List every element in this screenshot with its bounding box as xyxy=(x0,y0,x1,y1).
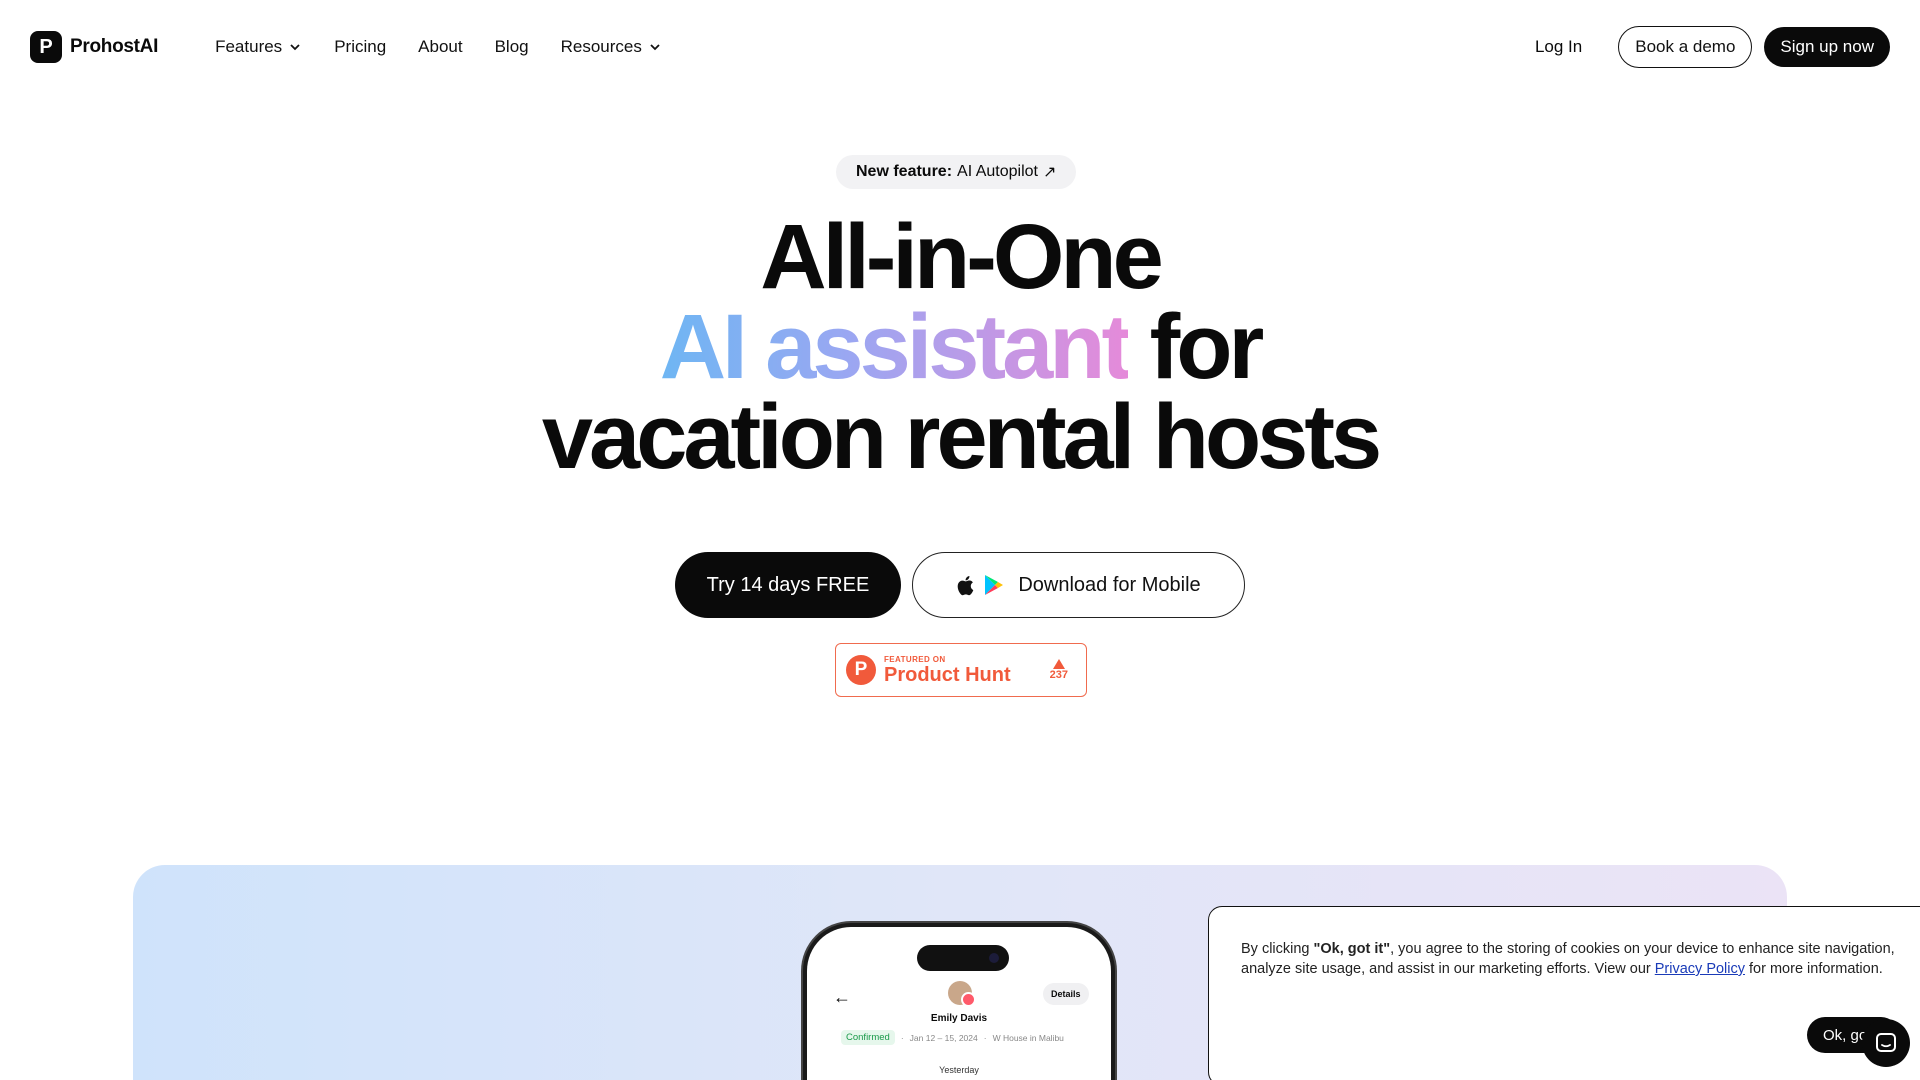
reservation-meta: Confirmed · Jan 12 – 15, 2024 · W House … xyxy=(841,1030,1064,1045)
chevron-down-icon xyxy=(650,44,660,51)
menu-item-about[interactable]: About xyxy=(418,37,462,57)
logo-mark: P xyxy=(30,31,62,63)
headline-line-1: All-in-One xyxy=(760,206,1164,308)
menu-item-label: Blog xyxy=(494,37,529,56)
menu-item-label: Pricing xyxy=(334,37,387,56)
cookie-text: By clicking "Ok, got it", you agree to t… xyxy=(1241,939,1901,979)
signup-button[interactable]: Sign up now xyxy=(1764,27,1890,67)
guest-name: Emily Davis xyxy=(930,1013,988,1024)
reservation-dates: Jan 12 – 15, 2024 xyxy=(909,1032,978,1043)
book-demo-button[interactable]: Book a demo xyxy=(1618,26,1753,68)
apple-icon xyxy=(958,575,974,595)
product-hunt-badge[interactable]: P FEATURED ON Product Hunt 237 xyxy=(835,643,1087,697)
arrow-up-right-icon: ↗ xyxy=(1042,164,1057,181)
menu-item-resources[interactable]: Resources xyxy=(561,37,662,57)
headline-gradient-text: AI assistant xyxy=(659,296,1132,398)
phone-mockup: ← Details Emily Davis Confirmed · Jan 12… xyxy=(803,923,1115,1080)
cta-row: Try 14 days FREE Download for Mobile xyxy=(675,552,1245,618)
product-hunt-name: Product Hunt xyxy=(884,663,1011,686)
chevron-down-icon xyxy=(290,44,300,51)
product-hunt-text: FEATURED ON Product Hunt xyxy=(884,655,1011,686)
back-arrow-icon: ← xyxy=(833,987,851,1007)
login-link[interactable]: Log In xyxy=(1511,37,1606,57)
product-hunt-votes: 237 xyxy=(1050,659,1068,681)
download-mobile-button[interactable]: Download for Mobile xyxy=(912,552,1245,618)
cookie-text-pre: By clicking xyxy=(1241,941,1314,957)
cookie-text-bold: "Ok, got it" xyxy=(1313,941,1391,957)
day-divider: Yesterday xyxy=(939,1065,979,1075)
google-play-icon xyxy=(985,575,1004,595)
privacy-policy-link[interactable]: Privacy Policy xyxy=(1655,961,1745,977)
status-badge: Confirmed xyxy=(841,1030,895,1045)
pill-text: AI Autopilot xyxy=(957,163,1038,180)
meta-separator: · xyxy=(900,1032,904,1043)
pill-label: New feature: xyxy=(856,163,953,180)
meta-separator: · xyxy=(983,1032,987,1043)
main-menu: Features Pricing About Blog Resources xyxy=(215,37,662,57)
upvote-triangle-icon xyxy=(1052,659,1065,669)
menu-item-pricing[interactable]: Pricing xyxy=(334,37,386,57)
logo-text: ProhostAI xyxy=(70,36,159,57)
logo[interactable]: P ProhostAI xyxy=(30,31,158,63)
dynamic-island xyxy=(917,945,1009,971)
hero-headline: All-in-One AI assistant for vacation ren… xyxy=(0,206,1920,488)
product-hunt-logo: P xyxy=(846,655,876,685)
menu-item-label: Resources xyxy=(560,37,642,56)
menu-item-features[interactable]: Features xyxy=(215,37,302,57)
new-feature-pill[interactable]: New feature: AI Autopilot ↗ xyxy=(836,155,1077,189)
chat-icon xyxy=(1876,1033,1896,1052)
vote-count: 237 xyxy=(1049,669,1068,681)
menu-item-label: About xyxy=(418,37,463,56)
top-nav: P ProhostAI Features Pricing About Blog … xyxy=(0,0,1920,94)
property-name: W House in Malibu xyxy=(992,1032,1064,1043)
menu-item-blog[interactable]: Blog xyxy=(495,37,529,57)
nav-actions: Log In Book a demo Sign up now xyxy=(1511,26,1890,68)
details-button: Details xyxy=(1043,983,1089,1005)
menu-item-label: Features xyxy=(215,37,283,56)
download-mobile-label: Download for Mobile xyxy=(1018,573,1201,596)
chat-widget-button[interactable] xyxy=(1862,1019,1910,1067)
cookie-text-post: for more information. xyxy=(1745,961,1883,977)
avatar xyxy=(948,981,976,1007)
cookie-banner: By clicking "Ok, got it", you agree to t… xyxy=(1208,906,1920,1080)
store-icons xyxy=(956,574,1004,596)
headline-line-2: AI assistant for xyxy=(0,301,1920,393)
headline-line-2-rest: for xyxy=(1128,296,1265,398)
try-free-button[interactable]: Try 14 days FREE xyxy=(675,552,901,618)
headline-line-3: vacation rental hosts xyxy=(541,386,1382,488)
product-hunt-featured: FEATURED ON xyxy=(884,654,946,664)
